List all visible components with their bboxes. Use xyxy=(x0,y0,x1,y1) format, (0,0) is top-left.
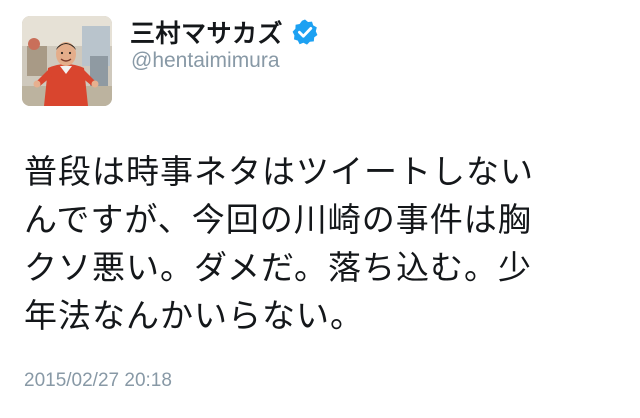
avatar[interactable] xyxy=(22,16,112,106)
tweet-text: 普段は時事ネタはツイートしない んですが、今回の川崎の事件は胸 クソ悪い。ダメだ… xyxy=(24,148,624,340)
tweet-text-line: クソ悪い。ダメだ。落ち込む。少 xyxy=(24,248,533,287)
tweet-text-line: 年法なんかいらない。 xyxy=(24,296,364,335)
tweet-text-line: 普段は時事ネタはツイートしない xyxy=(24,152,534,191)
tweet-text-line: んですが、今回の川崎の事件は胸 xyxy=(24,200,532,239)
tweet-card: 三村マサカズ @hentaimimura 普段は時事ネタはツイートしない んです… xyxy=(0,0,640,418)
profile-photo-icon xyxy=(22,16,112,106)
display-name-row: 三村マサカズ xyxy=(130,14,319,50)
tweet-timestamp[interactable]: 2015/02/27 20:18 xyxy=(24,370,172,392)
verified-badge-icon xyxy=(291,18,319,46)
display-name[interactable]: 三村マサカズ xyxy=(130,14,283,50)
user-handle[interactable]: @hentaimimura xyxy=(131,49,280,73)
